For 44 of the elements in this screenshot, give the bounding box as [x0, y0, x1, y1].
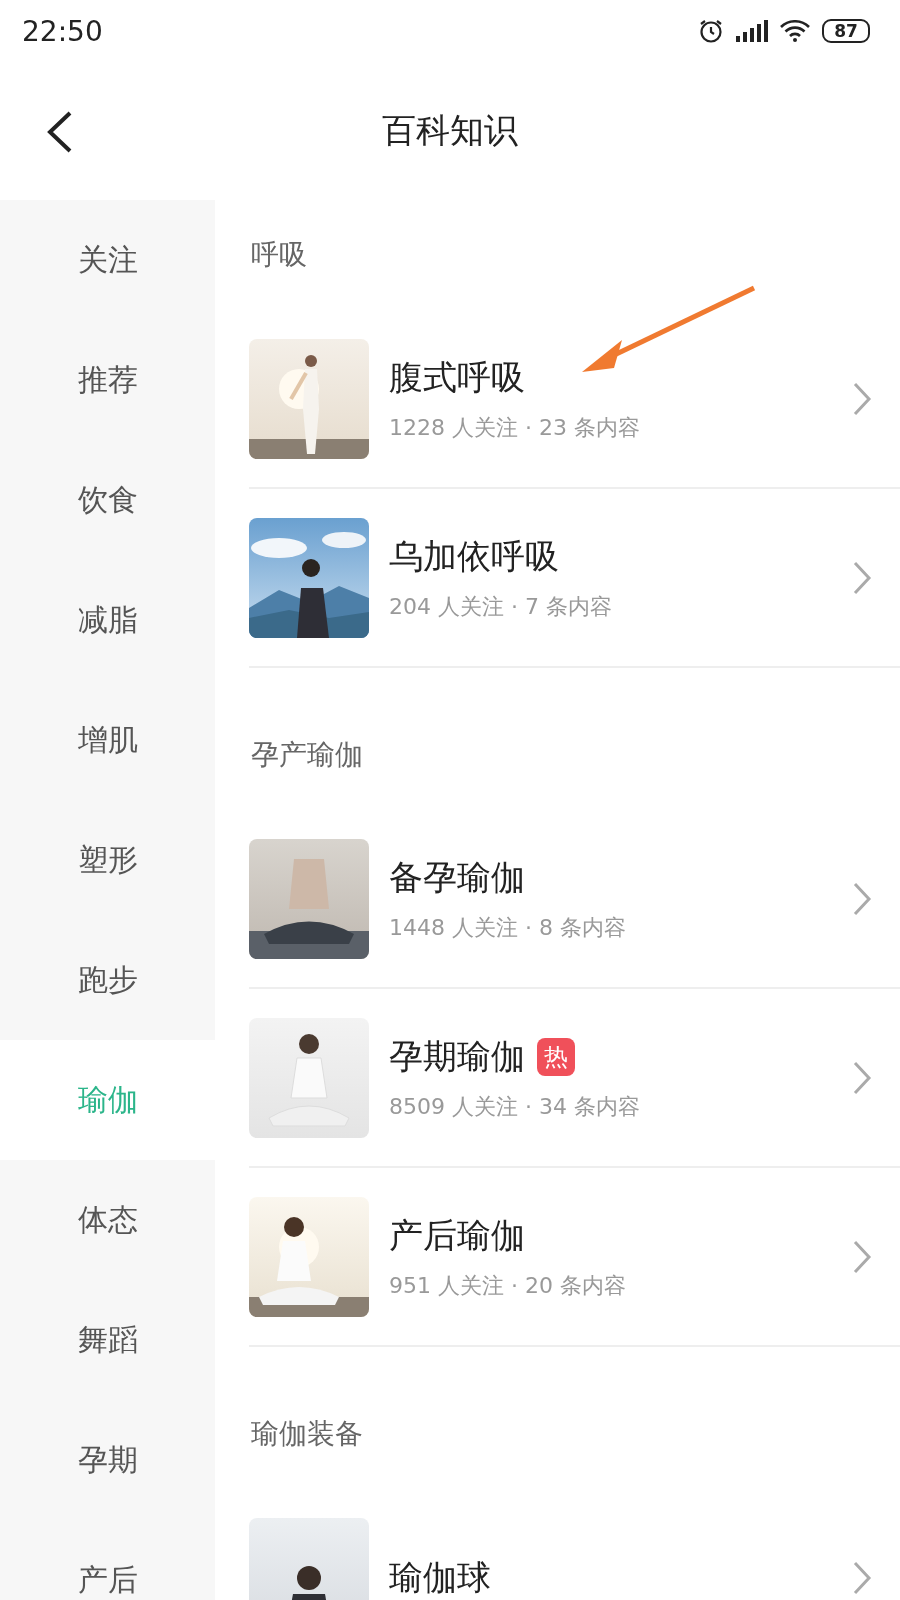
hot-badge: 热	[537, 1037, 575, 1076]
category-tab[interactable]: 饮食	[0, 440, 215, 560]
topic-row[interactable]: 瑜伽球	[249, 1489, 900, 1600]
battery-icon: 87	[822, 19, 870, 43]
category-tab[interactable]: 体态	[0, 1160, 215, 1280]
topic-name: 孕期瑜伽	[389, 1034, 525, 1078]
chevron-icon	[852, 381, 872, 416]
category-tab[interactable]: 跑步	[0, 920, 215, 1040]
topic-stats: 8509 人关注 · 34 条内容	[389, 1092, 641, 1121]
topic-row[interactable]: 产后瑜伽 951 人关注 · 20 条内容	[249, 1168, 900, 1347]
wifi-icon	[780, 20, 810, 42]
topic-stats: 204 人关注 · 7 条内容	[389, 592, 613, 621]
chevron-icon	[852, 1060, 872, 1095]
chevron-icon	[852, 881, 872, 916]
category-tab[interactable]: 推荐	[0, 320, 215, 440]
status-time: 22:50	[22, 14, 103, 48]
category-tab[interactable]: 产后	[0, 1520, 215, 1600]
chevron-icon	[852, 1239, 872, 1274]
alarm-icon	[698, 18, 724, 44]
topic-row[interactable]: 备孕瑜伽 1448 人关注 · 8 条内容	[249, 810, 900, 989]
section-title: 瑜伽装备	[250, 1416, 364, 1452]
category-tab[interactable]: 舞蹈	[0, 1280, 215, 1400]
category-tab[interactable]: 塑形	[0, 800, 215, 920]
chevron-icon	[852, 560, 872, 595]
category-tab[interactable]: 增肌	[0, 680, 215, 800]
section-title: 孕产瑜伽	[250, 737, 364, 773]
topic-row[interactable]: 乌加依呼吸 204 人关注 · 7 条内容	[249, 489, 900, 668]
topic-row[interactable]: 孕期瑜伽 热 8509 人关注 · 34 条内容	[249, 989, 900, 1168]
section-title: 呼吸	[250, 237, 308, 273]
topic-name: 瑜伽球	[389, 1555, 491, 1599]
topic-name: 备孕瑜伽	[389, 855, 525, 899]
page-title: 百科知识	[382, 109, 518, 152]
topic-row[interactable]: 腹式呼吸 1228 人关注 · 23 条内容	[249, 310, 900, 489]
topic-stats: 1448 人关注 · 8 条内容	[389, 913, 627, 942]
signal-icon	[736, 20, 768, 42]
category-tab[interactable]: 关注	[0, 200, 215, 320]
topic-stats: 951 人关注 · 20 条内容	[389, 1271, 627, 1300]
category-tab[interactable]: 减脂	[0, 560, 215, 680]
topic-name: 腹式呼吸	[389, 355, 525, 399]
topic-stats: 1228 人关注 · 23 条内容	[389, 413, 641, 442]
chevron-icon	[852, 1560, 872, 1595]
topic-name: 产后瑜伽	[389, 1213, 525, 1257]
category-tab[interactable]: 孕期	[0, 1400, 215, 1520]
topic-name: 乌加依呼吸	[389, 534, 559, 578]
